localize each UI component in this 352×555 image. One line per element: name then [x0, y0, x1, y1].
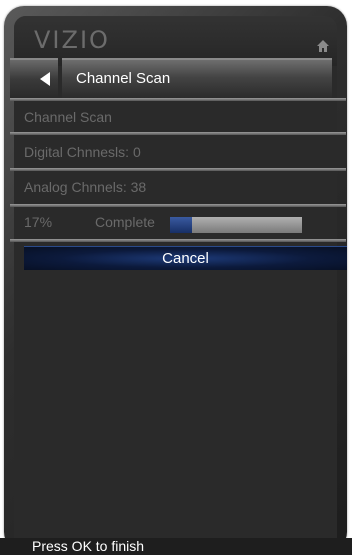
back-arrow-icon	[40, 72, 50, 86]
progress-status: Complete	[95, 214, 155, 230]
progress-percent: 17%	[24, 214, 53, 230]
title-row: Channel Scan	[10, 58, 332, 98]
progress-bar	[170, 217, 302, 233]
home-icon[interactable]	[317, 40, 329, 52]
cancel-button[interactable]: Cancel	[24, 246, 347, 270]
divider	[10, 204, 346, 207]
back-button[interactable]	[10, 58, 58, 98]
vizio-logo: VIZIO	[34, 26, 110, 54]
page-title-bar: Channel Scan	[62, 58, 332, 98]
divider	[10, 98, 346, 101]
footer-hint: Press OK to finish	[32, 538, 145, 554]
channel-scan-row: Channel Scan	[24, 109, 112, 125]
divider	[10, 239, 346, 242]
analog-channels-count: Analog Chnnels: 38	[24, 179, 147, 195]
divider	[10, 132, 346, 135]
page-title: Channel Scan	[76, 70, 171, 87]
digital-channels-count: Digital Chnnesls: 0	[24, 144, 141, 160]
progress-fill	[170, 217, 193, 233]
divider	[10, 168, 346, 171]
footer-bar: Press OK to finish	[0, 538, 352, 555]
